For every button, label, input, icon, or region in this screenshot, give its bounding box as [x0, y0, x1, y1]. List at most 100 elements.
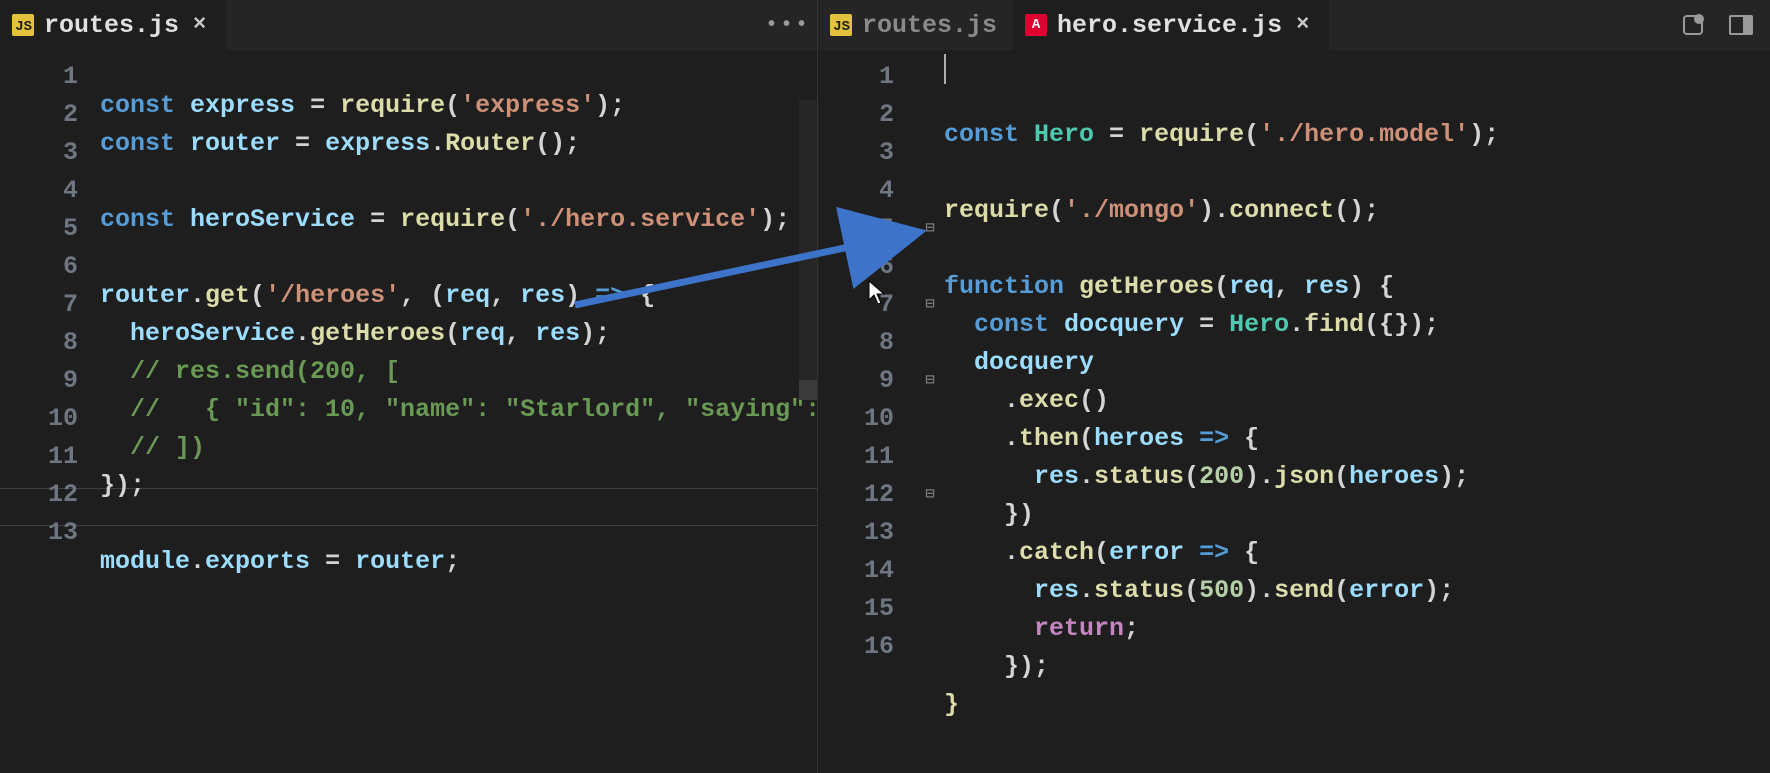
line-number: 1: [0, 58, 100, 96]
t: ).: [1244, 576, 1274, 605]
t: =>: [1199, 538, 1229, 567]
t: router: [100, 281, 190, 310]
fold-toggle-icon[interactable]: ⊟: [916, 476, 944, 514]
t: express: [190, 91, 295, 120]
t: [944, 154, 1499, 192]
t: [944, 652, 1004, 681]
t: ({});: [1364, 310, 1439, 339]
t: status: [1094, 576, 1184, 605]
tab-routes-js[interactable]: JS routes.js ×: [0, 0, 226, 50]
t: getHeroes: [1079, 272, 1214, 301]
code-area-right[interactable]: 1 2 3 4 5 6 7 8 9 10 11 12 13 14 15 16 ⊟: [818, 50, 1770, 773]
t: );: [1424, 576, 1454, 605]
code-content-left[interactable]: const express = require('express'); cons…: [100, 50, 817, 773]
t: ,: [505, 319, 535, 348]
t: =: [295, 91, 340, 120]
t: {: [1229, 538, 1259, 567]
t: [944, 614, 1034, 643]
code-area-left[interactable]: 1 2 3 4 5 6 7 8 9 10 11 12 13 const expr…: [0, 50, 817, 773]
t: [944, 424, 1004, 453]
t: require: [400, 205, 505, 234]
t: .: [295, 319, 310, 348]
t: {: [625, 281, 655, 310]
t: ,: [490, 281, 520, 310]
line-number: 8: [818, 324, 916, 362]
t: './mongo': [1064, 196, 1199, 225]
line-number: 8: [0, 324, 100, 362]
line-number: 13: [818, 514, 916, 552]
t: [175, 91, 190, 120]
t: get: [205, 281, 250, 310]
t: [944, 310, 974, 339]
fold-toggle-icon[interactable]: ⊟: [916, 210, 944, 248]
t: 'express': [460, 91, 595, 120]
line-number: 3: [818, 134, 916, 172]
t: [944, 576, 1034, 605]
text-cursor: [944, 54, 946, 84]
t: }: [944, 690, 959, 719]
t: // res.send(200, [: [130, 357, 400, 386]
t: .: [190, 547, 205, 576]
line-number: 12: [818, 476, 916, 514]
t: [100, 239, 817, 277]
fold-toggle-icon[interactable]: ⊟: [916, 362, 944, 400]
line-number: 5: [0, 210, 100, 248]
t: // ]): [130, 433, 205, 462]
code-content-right[interactable]: const Hero = require('./hero.model'); re…: [944, 50, 1770, 773]
line-number: 2: [818, 96, 916, 134]
t: res: [1304, 272, 1349, 301]
t: res: [535, 319, 580, 348]
t: );: [1439, 462, 1469, 491]
t: docquery: [974, 348, 1094, 377]
tab-bar-actions-left: •••: [773, 10, 817, 40]
t: =: [370, 205, 400, 234]
t: heroService: [130, 319, 295, 348]
t: (: [1094, 538, 1109, 567]
t: const: [100, 91, 175, 120]
t: (): [1079, 386, 1109, 415]
tab-hero-service-js[interactable]: A hero.service.js ×: [1013, 0, 1329, 50]
split-editor-icon[interactable]: [1726, 10, 1756, 40]
t: return: [1034, 614, 1124, 643]
t: );: [1469, 120, 1499, 149]
t: [944, 538, 1004, 567]
t: const: [100, 129, 175, 158]
line-number: 12: [0, 476, 100, 514]
fold-toggle-icon[interactable]: ⊟: [916, 286, 944, 324]
t: router: [355, 547, 445, 576]
t: Hero: [1229, 310, 1289, 339]
t: require: [340, 91, 445, 120]
t: [1049, 310, 1064, 339]
t: [944, 500, 1004, 529]
show-changes-icon[interactable]: [1678, 10, 1708, 40]
t: [1019, 120, 1034, 149]
line-gutter-right: 1 2 3 4 5 6 7 8 9 10 11 12 13 14 15 16: [818, 50, 916, 773]
more-icon[interactable]: •••: [773, 10, 803, 40]
t: (: [1334, 462, 1349, 491]
close-icon[interactable]: ×: [1292, 14, 1313, 36]
minimap-left[interactable]: [799, 100, 817, 400]
t: res: [1034, 576, 1079, 605]
t: './hero.service': [520, 205, 760, 234]
t: (: [445, 319, 460, 348]
editor-split-container: JS routes.js × ••• 1 2 3 4 5 6 7 8 9 10 …: [0, 0, 1770, 773]
t: [944, 348, 974, 377]
line-number: 11: [818, 438, 916, 476]
t: .: [190, 281, 205, 310]
line-gutter-left: 1 2 3 4 5 6 7 8 9 10 11 12 13: [0, 50, 100, 773]
t: (: [1184, 462, 1199, 491]
t: [1064, 272, 1079, 301]
t: require: [944, 196, 1049, 225]
t: =: [295, 129, 325, 158]
t: .: [1079, 462, 1094, 491]
t: (: [445, 91, 460, 120]
t: (: [1214, 272, 1229, 301]
line-number: 3: [0, 134, 100, 172]
tab-routes-js-right[interactable]: JS routes.js: [818, 0, 1013, 50]
line-number: 7: [818, 286, 916, 324]
line-number: 11: [0, 438, 100, 476]
t: '/heroes': [265, 281, 400, 310]
close-icon[interactable]: ×: [189, 14, 210, 36]
t: ;: [445, 547, 460, 576]
t: heroes: [1349, 462, 1439, 491]
